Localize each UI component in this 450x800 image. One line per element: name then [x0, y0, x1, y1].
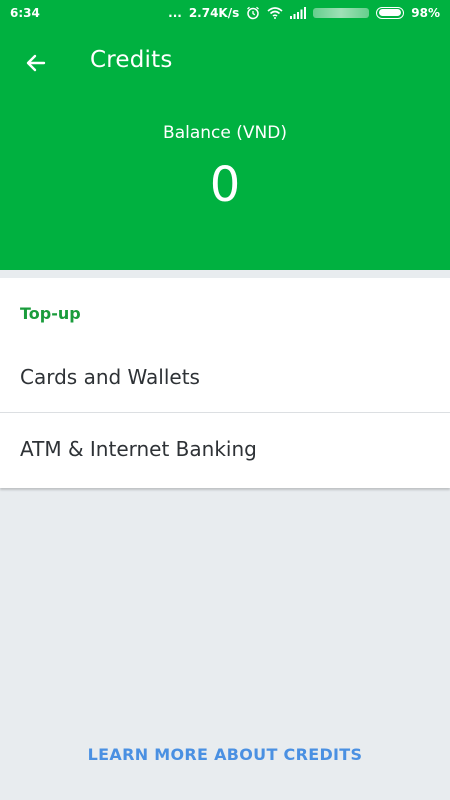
list-item-cards-and-wallets[interactable]: Cards and Wallets — [0, 342, 450, 412]
topup-card: Top-up Cards and Wallets ATM & Internet … — [0, 278, 450, 488]
list-item-label: ATM & Internet Banking — [20, 437, 257, 461]
list-item-label: Cards and Wallets — [20, 365, 200, 389]
learn-more-link[interactable]: LEARN MORE ABOUT CREDITS — [0, 745, 450, 764]
balance-value: 0 — [209, 157, 241, 213]
alarm-icon — [246, 6, 260, 20]
signal-icon — [290, 6, 307, 19]
battery-icon — [376, 6, 405, 19]
page-title: Credits — [90, 47, 173, 73]
back-button[interactable] — [16, 43, 56, 83]
arrow-left-icon — [26, 54, 46, 72]
carrier-name-blurred — [313, 7, 370, 18]
divider — [0, 412, 450, 413]
status-bar: 6:34 ... 2.74K/s 98% — [0, 0, 450, 25]
status-right: ... 2.74K/s 98% — [168, 6, 440, 20]
credits-header: Credits Balance (VND) 0 — [0, 25, 450, 270]
battery-percent: 98% — [411, 5, 440, 20]
status-dots: ... — [168, 5, 182, 20]
network-speed: 2.74K/s — [188, 5, 240, 20]
status-time: 6:34 — [10, 5, 40, 20]
wifi-icon — [267, 6, 283, 19]
topup-section-title: Top-up — [20, 304, 81, 323]
battery-fill — [378, 9, 402, 16]
balance-label: Balance (VND) — [163, 123, 287, 143]
list-item-atm-internet-banking[interactable]: ATM & Internet Banking — [0, 414, 450, 484]
